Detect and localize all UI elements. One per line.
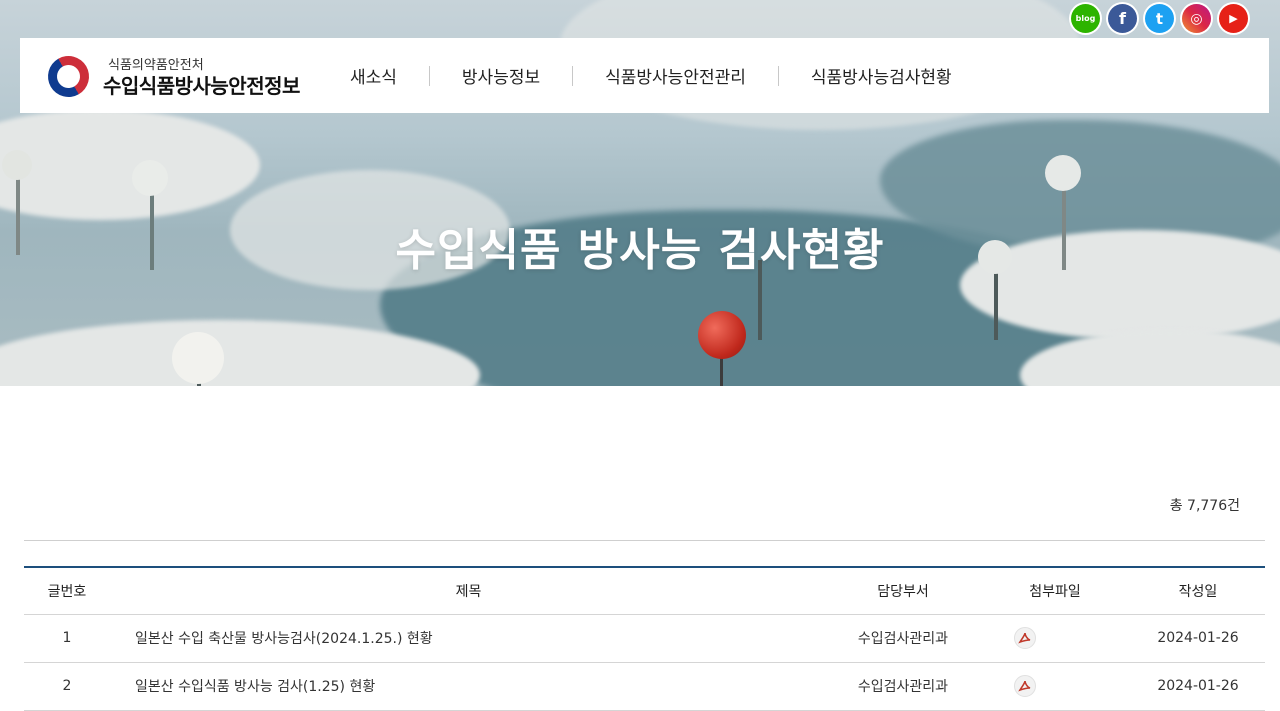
facebook-label: f xyxy=(1119,9,1126,28)
youtube-icon[interactable]: ▶ xyxy=(1219,4,1248,33)
table-header-row: 글번호 제목 담당부서 첨부파일 작성일 xyxy=(24,567,1265,615)
taegeuk-logo-icon xyxy=(40,48,97,105)
nav-item-safety-management[interactable]: 식품방사능안전관리 xyxy=(605,63,746,88)
table-row[interactable]: 2 일본산 수입식품 방사능 검사(1.25) 현황 수입검사관리과 2024-… xyxy=(24,662,1265,711)
instagram-icon[interactable]: ◎ xyxy=(1182,4,1211,33)
row-title-link[interactable]: 일본산 수입 축산물 방사능검사(2024.1.25.) 현황 xyxy=(110,614,827,663)
twitter-icon[interactable]: t xyxy=(1145,4,1174,33)
nav-divider xyxy=(428,65,430,86)
divider xyxy=(24,540,1265,541)
twitter-label: t xyxy=(1155,9,1164,28)
row-attachment xyxy=(979,614,1131,663)
blog-icon[interactable]: blog xyxy=(1071,4,1100,33)
youtube-label: ▶ xyxy=(1229,12,1238,25)
row-title-link[interactable]: 일본산 수입식품 방사능 검사(1.25) 현황 xyxy=(110,662,827,711)
row-department: 수입검사관리과 xyxy=(827,614,979,663)
instagram-label: ◎ xyxy=(1190,10,1203,27)
nav-item-inspection-status[interactable]: 식품방사능검사현황 xyxy=(811,63,952,88)
board-table: 글번호 제목 담당부서 첨부파일 작성일 1 일본산 수입 축산물 방사능검사(… xyxy=(24,566,1265,711)
nav-item-radiation-info[interactable]: 방사능정보 xyxy=(462,63,540,88)
header-bar: 식품의약품안전처 수입식품방사능안전정보 새소식 방사능정보 식품방사능안전관리… xyxy=(20,38,1269,113)
row-number: 2 xyxy=(24,662,110,711)
nav-item-news[interactable]: 새소식 xyxy=(350,63,397,88)
red-pin xyxy=(698,311,746,359)
nav-divider xyxy=(777,65,779,86)
row-department: 수입검사관리과 xyxy=(827,662,979,711)
facebook-icon[interactable]: f xyxy=(1108,4,1137,33)
col-attachment: 첨부파일 xyxy=(979,567,1131,615)
main-nav: 새소식 방사능정보 식품방사능안전관리 식품방사능검사현황 xyxy=(350,38,952,113)
site-logo[interactable]: 식품의약품안전처 수입식품방사능안전정보 xyxy=(40,48,318,105)
row-number: 1 xyxy=(24,614,110,663)
total-count: 총 7,776건 xyxy=(1169,498,1240,514)
pdf-icon[interactable] xyxy=(1014,675,1036,697)
col-title: 제목 xyxy=(110,567,827,615)
social-links: blog f t ◎ ▶ xyxy=(1071,4,1256,34)
blog-label: blog xyxy=(1075,14,1096,23)
table-row[interactable]: 1 일본산 수입 축산물 방사능검사(2024.1.25.) 현황 수입검사관리… xyxy=(24,614,1265,663)
row-date: 2024-01-26 xyxy=(1131,662,1265,711)
page-title: 수입식품 방사능 검사현황 xyxy=(395,225,885,276)
nav-divider xyxy=(572,65,574,86)
site-name: 수입식품방사능안전정보 xyxy=(103,74,300,98)
row-attachment xyxy=(979,662,1131,711)
pdf-icon[interactable] xyxy=(1014,627,1036,649)
row-date: 2024-01-26 xyxy=(1131,614,1265,663)
col-date: 작성일 xyxy=(1131,567,1265,615)
col-department: 담당부서 xyxy=(827,567,979,615)
col-number: 글번호 xyxy=(24,567,110,615)
